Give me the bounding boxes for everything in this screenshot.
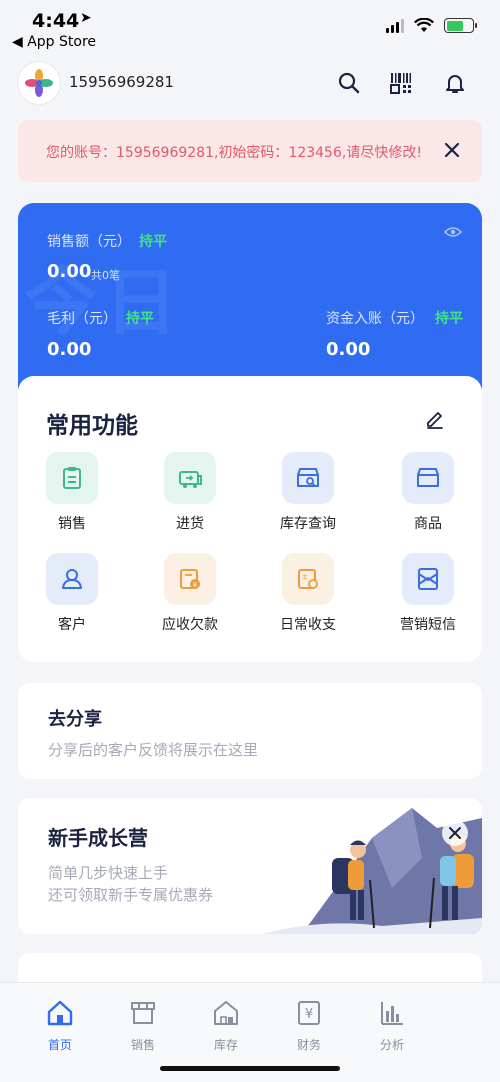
password-notice-banner: 您的账号：15956969281,初始密码：123456,请尽快修改! <box>18 120 482 182</box>
home-indicator <box>160 1066 340 1071</box>
tab-label: 财务 <box>296 1038 321 1052</box>
close-icon[interactable] <box>440 138 464 162</box>
growth-line-1: 简单几步快速上手 <box>48 864 169 882</box>
status-time: 4:44 <box>32 10 80 32</box>
sales-amount-label: 销售额（元） <box>47 234 131 250</box>
hikers-mountain-illustration <box>262 808 482 934</box>
function-label: 商品 <box>414 516 442 532</box>
growth-title: 新手成长营 <box>48 826 148 850</box>
gross-profit-value: 0.00 <box>47 339 92 360</box>
battery-icon <box>444 18 477 33</box>
inflow-trend: 持平 <box>435 311 463 327</box>
account-number: 15956969281 <box>69 73 174 91</box>
svg-text:¥: ¥ <box>305 1007 313 1022</box>
fund-inflow-label: 资金入账（元） <box>326 311 424 327</box>
function-sales[interactable]: 销售 <box>20 452 124 542</box>
logo-flower-icon <box>25 69 53 97</box>
function-purchase[interactable]: 进货 <box>138 452 242 542</box>
svg-text:¥: ¥ <box>193 581 198 589</box>
qrcode-scan-icon[interactable] <box>386 68 416 98</box>
tab-finance[interactable]: ¥ 财务 <box>279 999 339 1053</box>
function-label: 日常收支 <box>280 617 336 633</box>
function-label: 进货 <box>176 516 204 532</box>
signal-icon <box>386 18 404 33</box>
notice-text: 您的账号：15956969281,初始密码：123456,请尽快修改! <box>46 145 422 161</box>
tab-sales[interactable]: 销售 <box>113 999 173 1053</box>
tab-inventory[interactable]: 库存 <box>196 999 256 1053</box>
receivable-icon: ¥ <box>164 553 216 605</box>
search-icon[interactable] <box>334 68 364 98</box>
sms-icon <box>402 553 454 605</box>
tab-home[interactable]: 首页 <box>30 999 90 1053</box>
function-product[interactable]: 商品 <box>376 452 480 542</box>
eye-icon[interactable] <box>443 223 463 242</box>
purchase-icon <box>164 452 216 504</box>
location-arrow-icon: ➤ <box>80 10 92 26</box>
today-stats-card: 今日 销售额（元） 持平 0.00 共0笔 毛利（元） 持平 0.00 资金入账… <box>18 203 482 403</box>
share-subtitle: 分享后的客户反馈将展示在这里 <box>48 741 259 759</box>
growth-line-2: 还可领取新手专属优惠券 <box>48 886 214 904</box>
sales-store-icon <box>131 1002 155 1024</box>
function-inventory-query[interactable]: 库存查询 <box>256 452 360 542</box>
warehouse-icon <box>214 1001 238 1025</box>
tab-label: 分析 <box>379 1038 404 1052</box>
tab-label: 库存 <box>213 1038 238 1052</box>
today-watermark: 今日 <box>24 260 184 346</box>
function-label: 库存查询 <box>280 516 336 532</box>
function-marketing-sms[interactable]: 营销短信 <box>376 553 480 643</box>
top-header: 15956969281 <box>0 56 500 110</box>
function-customer[interactable]: 客户 <box>20 553 124 643</box>
sales-trend: 持平 <box>139 234 167 250</box>
function-label: 应收欠款 <box>162 617 218 633</box>
share-title: 去分享 <box>48 709 102 730</box>
chart-icon <box>381 1002 403 1025</box>
close-icon[interactable] <box>442 820 468 846</box>
customer-icon <box>46 553 98 605</box>
edit-icon[interactable] <box>424 408 446 430</box>
bell-icon[interactable] <box>440 68 470 98</box>
function-receivables[interactable]: ¥ 应收欠款 <box>138 553 242 643</box>
sales-count: 共0笔 <box>91 269 120 282</box>
status-indicators <box>386 18 477 33</box>
home-icon <box>47 1000 73 1026</box>
sales-icon <box>46 452 98 504</box>
functions-title: 常用功能 <box>46 413 138 439</box>
sales-amount-value: 0.00 <box>47 261 92 282</box>
beginner-growth-card[interactable]: 新手成长营 简单几步快速上手 还可领取新手专属优惠券 <box>18 798 482 934</box>
product-box-icon <box>402 452 454 504</box>
avatar[interactable] <box>18 62 60 104</box>
tab-label: 销售 <box>130 1038 155 1052</box>
fund-inflow-value: 0.00 <box>326 339 371 360</box>
status-bar: 4:44 ➤ ◀ App Store <box>0 0 500 56</box>
wifi-icon <box>414 18 434 32</box>
gross-profit-label: 毛利（元） <box>47 311 117 327</box>
daily-finance-icon: ± <box>282 553 334 605</box>
share-card[interactable]: 去分享 分享后的客户反馈将展示在这里 <box>18 683 482 779</box>
function-daily-finance[interactable]: ± 日常收支 <box>256 553 360 643</box>
profit-trend: 持平 <box>126 311 154 327</box>
function-label: 营销短信 <box>400 617 456 633</box>
finance-icon: ¥ <box>298 1001 320 1025</box>
back-to-app-store[interactable]: ◀ App Store <box>12 34 96 50</box>
function-label: 客户 <box>58 617 86 633</box>
function-label: 销售 <box>58 516 86 532</box>
tab-analysis[interactable]: 分析 <box>362 999 422 1053</box>
svg-text:±: ± <box>302 572 309 581</box>
common-functions-card: 常用功能 销售 进货 库存查询 商品 客户 ¥ 应收欠款 ± 日常收支 营销短信 <box>18 376 482 662</box>
tab-label: 首页 <box>47 1038 72 1052</box>
inventory-search-icon <box>282 452 334 504</box>
